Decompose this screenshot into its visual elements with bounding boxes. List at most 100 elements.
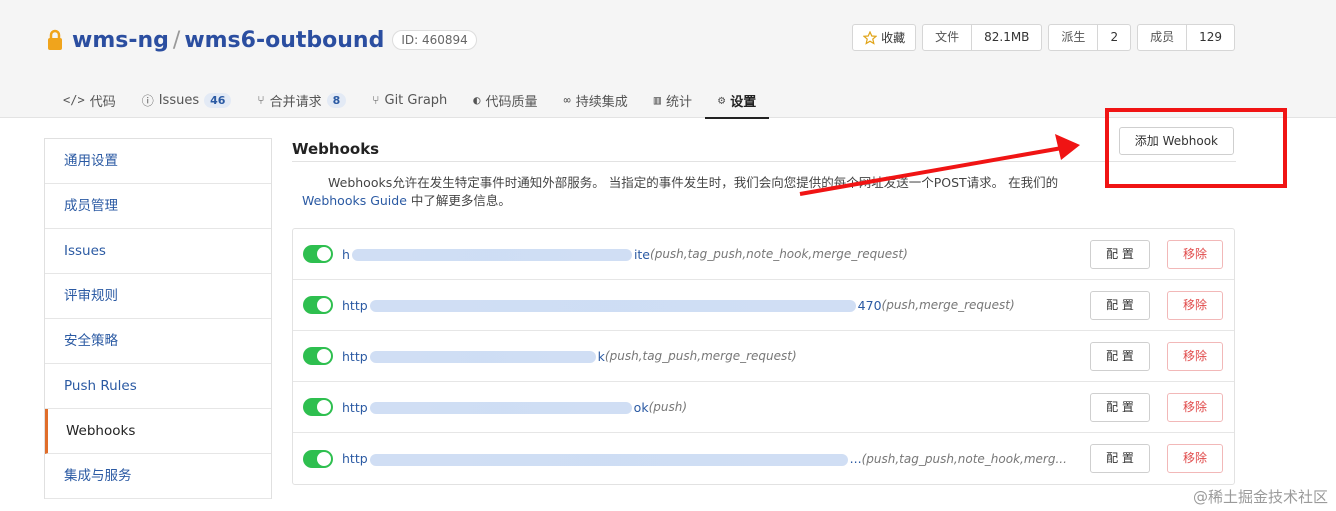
webhook-events: (push,merge_request) [881, 298, 1015, 312]
webhook-events: (push,tag_push,merge_request) [604, 349, 797, 363]
repo-stats: 收藏 文件 82.1MB 派生 2 成员 129 [852, 24, 1235, 51]
sidebar-item-members[interactable]: 成员管理 [45, 184, 271, 229]
remove-button[interactable]: 移除 [1167, 393, 1223, 422]
tab-merge-requests[interactable]: ⑂ 合并请求 8 [244, 82, 359, 118]
files-value: 82.1MB [972, 24, 1043, 51]
sidebar-item-security[interactable]: 安全策略 [45, 319, 271, 364]
url-start: h [342, 246, 350, 262]
repo-id-badge: ID: 460894 [392, 30, 477, 50]
webhook-url-link[interactable]: http 470 [342, 298, 882, 313]
webhook-url-link[interactable]: http k [342, 349, 605, 364]
remove-button[interactable]: 移除 [1167, 444, 1223, 473]
webhook-events: (push,tag_push,note_hook,merg... [861, 451, 1067, 466]
star-button[interactable]: 收藏 [852, 24, 917, 51]
tab-statistics[interactable]: ▥ 统计 [641, 82, 705, 118]
members-label: 成员 [1137, 24, 1188, 51]
forks-label: 派生 [1048, 24, 1099, 51]
webhook-row: http ok (push) 配 置 移除 [293, 382, 1234, 433]
tab-git-graph[interactable]: ⑂ Git Graph [359, 82, 460, 118]
repo-header: wms-ng / wms6-outbound ID: 460894 收藏 文件 … [0, 0, 1336, 119]
merge-requests-count-badge: 8 [326, 92, 347, 108]
code-icon: </> [63, 93, 85, 107]
members-value: 129 [1187, 24, 1235, 51]
members-stat[interactable]: 成员 129 [1137, 24, 1235, 51]
webhook-enabled-toggle[interactable] [303, 449, 333, 468]
sidebar-item-general[interactable]: 通用设置 [45, 139, 271, 184]
tab-label: 代码质量 [485, 94, 538, 110]
issues-count-badge: 46 [204, 92, 232, 108]
url-start: http [342, 399, 368, 415]
url-start: http [342, 451, 368, 466]
webhook-enabled-toggle[interactable] [303, 347, 333, 365]
shield-icon: ◐ [473, 93, 481, 107]
url-end: 470 [857, 297, 882, 313]
config-button[interactable]: 配 置 [1090, 291, 1150, 320]
webhooks-header: Webhooks 添加 Webhook [292, 127, 1236, 162]
description-suffix: 中了解更多信息。 [410, 193, 511, 208]
url-start: http [342, 348, 368, 364]
files-label: 文件 [922, 24, 973, 51]
git-branch-icon: ⑂ [372, 93, 380, 107]
remove-button[interactable]: 移除 [1167, 342, 1223, 371]
sidebar-item-webhooks[interactable]: Webhooks [45, 409, 271, 454]
tab-settings[interactable]: ⚙ 设置 [705, 82, 770, 119]
url-end: ite [633, 246, 651, 262]
star-icon [863, 30, 878, 45]
sidebar-item-push-rules[interactable]: Push Rules [45, 364, 271, 409]
config-button[interactable]: 配 置 [1090, 393, 1150, 422]
bar-chart-icon: ▥ [653, 93, 662, 107]
redacted-url [369, 453, 848, 466]
files-stat[interactable]: 文件 82.1MB [922, 24, 1043, 51]
redacted-url [369, 351, 596, 363]
webhooks-description: Webhooks允许在发生特定事件时通知外部服务。 当指定的事件发生时，我们会向… [292, 174, 1222, 210]
url-start: http [342, 297, 368, 313]
url-end: ok [633, 399, 649, 415]
repo-namespace-link[interactable]: wms-ng [72, 28, 169, 53]
webhooks-panel: Webhooks 添加 Webhook Webhooks允许在发生特定事件时通知… [292, 127, 1236, 485]
tab-label: 合并请求 [269, 94, 322, 110]
webhook-enabled-toggle[interactable] [303, 245, 333, 263]
tab-label: Issues [158, 92, 200, 108]
webhooks-guide-link[interactable]: Webhooks Guide [302, 193, 407, 208]
sidebar-item-issues[interactable]: Issues [45, 229, 271, 274]
forks-stat[interactable]: 派生 2 [1048, 24, 1132, 51]
repo-separator: / [172, 27, 181, 53]
url-end: ... [849, 451, 862, 466]
repo-name-link[interactable]: wms6-outbound [184, 28, 384, 53]
info-circle-icon: ⓘ [141, 93, 154, 108]
gear-icon: ⚙ [718, 93, 726, 107]
forks-value: 2 [1098, 24, 1132, 51]
annotation-highlight-box [1105, 108, 1287, 188]
repo-title: wms-ng / wms6-outbound ID: 460894 [46, 24, 477, 56]
webhook-row: http... (push,tag_push,note_hook,merg...… [293, 433, 1234, 484]
tab-code[interactable]: </> 代码 [50, 82, 129, 118]
tab-label: 统计 [666, 94, 693, 110]
webhook-enabled-toggle[interactable] [303, 398, 333, 416]
remove-button[interactable]: 移除 [1167, 291, 1223, 320]
webhook-row: h ite (push,tag_push,note_hook,merge_requ… [293, 229, 1234, 280]
config-button[interactable]: 配 置 [1090, 342, 1150, 371]
lock-icon [48, 29, 62, 50]
infinity-icon: ∞ [563, 93, 571, 107]
sidebar-item-integrations[interactable]: 集成与服务 [45, 454, 271, 499]
webhook-url-link[interactable]: http ok [342, 400, 649, 415]
tab-issues[interactable]: ⓘ Issues 46 [129, 82, 245, 118]
config-button[interactable]: 配 置 [1090, 444, 1150, 473]
tab-code-quality[interactable]: ◐ 代码质量 [460, 82, 550, 118]
webhook-url-link[interactable]: h ite [342, 247, 650, 262]
page-title: Webhooks [292, 140, 380, 158]
webhook-enabled-toggle[interactable] [303, 296, 333, 314]
settings-sidebar: 通用设置 成员管理 Issues 评审规则 安全策略 Push Rules We… [44, 138, 272, 499]
webhook-url-link[interactable]: http... [342, 451, 862, 466]
merge-request-icon: ⑂ [257, 93, 265, 107]
redacted-url [369, 402, 632, 414]
repo-tabs: </> 代码 ⓘ Issues 46 ⑂ 合并请求 8 ⑂ Git Graph … [50, 82, 770, 119]
config-button[interactable]: 配 置 [1090, 240, 1150, 269]
description-text: Webhooks允许在发生特定事件时通知外部服务。 当指定的事件发生时，我们会向… [328, 175, 1059, 190]
remove-button[interactable]: 移除 [1167, 240, 1223, 269]
tab-ci[interactable]: ∞ 持续集成 [551, 82, 641, 118]
redacted-url [351, 249, 632, 261]
sidebar-item-review-rules[interactable]: 评审规则 [45, 274, 271, 319]
url-end: k [597, 348, 605, 364]
tab-label: 代码 [89, 94, 116, 110]
